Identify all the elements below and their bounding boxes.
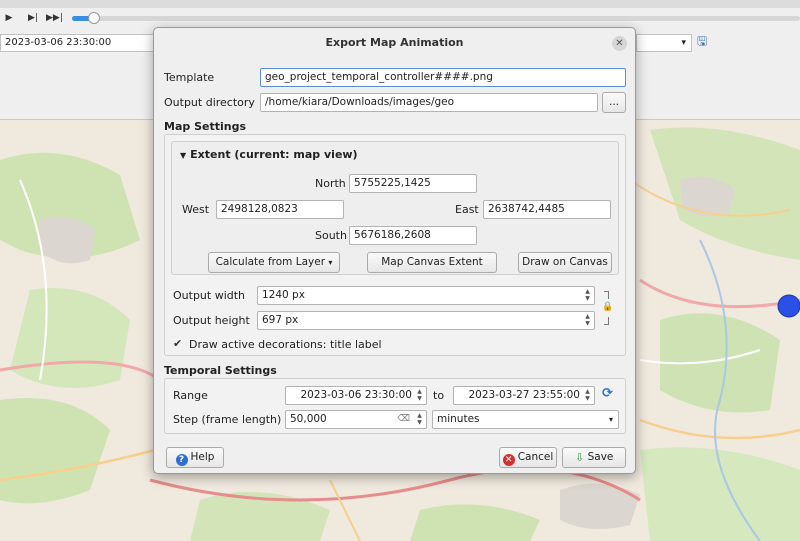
step-label: Step (frame length) xyxy=(173,413,282,426)
current-datetime-field[interactable]: 2023-03-06 23:30:00 xyxy=(0,34,155,52)
clear-icon[interactable]: ⌫ xyxy=(397,412,410,427)
close-icon[interactable]: ✕ xyxy=(612,36,627,51)
save-label: Save xyxy=(587,451,614,463)
output-width-label: Output width xyxy=(173,289,246,302)
skip-end-icon[interactable]: ▶▶| xyxy=(46,11,63,25)
cancel-button[interactable]: ✕ Cancel xyxy=(499,447,557,468)
step-spinbox[interactable]: 50,000 ⌫ ▲ ▼ xyxy=(285,410,427,429)
browse-button[interactable]: ... xyxy=(602,92,626,113)
save-button[interactable]: ⇩ Save xyxy=(562,447,626,468)
output-directory-input[interactable]: /home/kiara/Downloads/images/geo xyxy=(260,93,598,112)
step-forward-icon[interactable]: ▶| xyxy=(26,11,40,25)
west-input[interactable]: 2498128,0823 xyxy=(216,200,344,219)
help-button[interactable]: ? Help xyxy=(166,447,224,468)
template-label: Template xyxy=(164,71,215,84)
draw-on-canvas-button[interactable]: Draw on Canvas xyxy=(518,252,612,273)
chevron-down-icon[interactable]: ▾ xyxy=(636,34,692,52)
spin-arrows-icon[interactable]: ▲ ▼ xyxy=(415,388,424,402)
spin-arrows-icon[interactable]: ▲ ▼ xyxy=(583,388,592,402)
extent-toggle[interactable]: ▼ Extent (current: map view) xyxy=(180,148,358,161)
step-unit-select[interactable]: minutes ▾ xyxy=(432,410,619,429)
north-input[interactable]: 5755225,1425 xyxy=(349,174,477,193)
step-unit-value: minutes xyxy=(437,413,480,425)
temporal-settings-title: Temporal Settings xyxy=(164,364,277,377)
calculate-from-layer-label: Calculate from Layer xyxy=(215,256,326,268)
map-settings-group: ▼ Extent (current: map view) North 575522… xyxy=(164,134,626,356)
north-label: North xyxy=(315,177,346,190)
play-icon[interactable]: ▶ xyxy=(2,11,16,25)
export-map-animation-dialog: Export Map Animation ✕ Template geo_proj… xyxy=(153,27,636,474)
range-start-input[interactable]: 2023-03-06 23:30:00 ▲ ▼ xyxy=(285,386,427,405)
window-titlebar xyxy=(0,0,800,8)
temporal-settings-group: Range 2023-03-06 23:30:00 ▲ ▼ to 2023-03-… xyxy=(164,378,626,434)
range-end-value: 2023-03-27 23:55:00 xyxy=(468,389,580,401)
refresh-icon[interactable]: ⟳ xyxy=(602,387,616,401)
output-height-spinbox[interactable]: 697 px ▲ ▼ xyxy=(257,311,595,330)
lock-icon: 🔒 xyxy=(602,302,614,312)
output-width-spinbox[interactable]: 1240 px ▲ ▼ xyxy=(257,286,595,305)
spin-arrows-icon[interactable]: ▲ ▼ xyxy=(583,288,592,302)
west-label: West xyxy=(182,203,210,216)
extent-title: Extent (current: map view) xyxy=(190,148,358,161)
save-icon: ⇩ xyxy=(575,451,585,464)
draw-decorations-checkbox[interactable]: ✔ xyxy=(173,338,185,350)
dialog-title: Export Map Animation xyxy=(325,36,464,49)
lock-aspect-ratio-toggle[interactable]: 🔒 xyxy=(601,291,614,327)
step-value: 50,000 xyxy=(290,413,327,425)
cancel-label: Cancel xyxy=(517,451,554,463)
output-height-label: Output height xyxy=(173,314,250,327)
south-input[interactable]: 5676186,2608 xyxy=(349,226,477,245)
save-icon[interactable]: 🖫 xyxy=(697,35,709,47)
range-start-value: 2023-03-06 23:30:00 xyxy=(300,389,412,401)
east-label: East xyxy=(455,203,479,216)
map-canvas-extent-button[interactable]: Map Canvas Extent xyxy=(367,252,497,273)
range-label: Range xyxy=(173,389,208,402)
timeline-slider[interactable] xyxy=(72,12,800,24)
calculate-from-layer-button[interactable]: Calculate from Layer ▾ xyxy=(208,252,340,273)
help-icon: ? xyxy=(175,454,188,466)
south-label: South xyxy=(315,229,347,242)
cancel-icon: ✕ xyxy=(502,454,515,466)
help-label: Help xyxy=(190,451,215,463)
output-height-value: 697 px xyxy=(262,314,299,326)
template-input[interactable]: geo_project_temporal_controller####.png xyxy=(260,68,626,87)
range-to-label: to xyxy=(433,389,445,402)
chevron-down-icon: ▾ xyxy=(328,258,333,267)
spin-arrows-icon[interactable]: ▲ ▼ xyxy=(583,313,592,327)
range-end-input[interactable]: 2023-03-27 23:55:00 ▲ ▼ xyxy=(453,386,595,405)
draw-decorations-label: Draw active decorations: title label xyxy=(189,338,382,351)
output-directory-label: Output directory xyxy=(164,96,255,109)
extent-group: ▼ Extent (current: map view) North 575522… xyxy=(171,141,619,275)
chevron-down-icon: ▼ xyxy=(180,151,187,160)
map-settings-title: Map Settings xyxy=(164,120,246,133)
output-width-value: 1240 px xyxy=(262,289,305,301)
east-input[interactable]: 2638742,4485 xyxy=(483,200,611,219)
spin-arrows-icon[interactable]: ▲ ▼ xyxy=(415,412,424,426)
timeline-handle[interactable] xyxy=(88,12,100,24)
chevron-down-icon: ▾ xyxy=(608,415,613,424)
